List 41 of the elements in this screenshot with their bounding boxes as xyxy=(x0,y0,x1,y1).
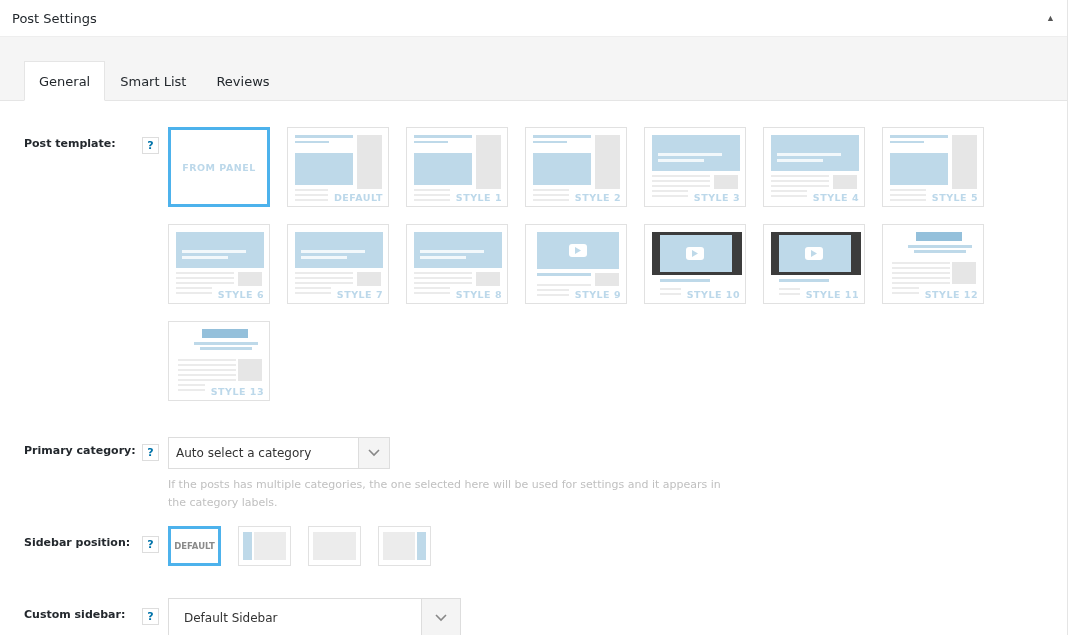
help-icon[interactable]: ? xyxy=(142,137,159,154)
tab[interactable]: Smart List xyxy=(105,61,202,101)
sidebar-option[interactable] xyxy=(308,526,361,566)
sidebar-option[interactable] xyxy=(238,526,291,566)
help-icon[interactable]: ? xyxy=(142,536,159,553)
field-hint: If the posts has multiple categories, the one selected here will be used for settings and it appears in the category labels. xyxy=(168,477,722,511)
template-option[interactable]: STYLE 1 xyxy=(406,127,508,207)
sidebar-option[interactable] xyxy=(378,526,431,566)
template-option[interactable]: STYLE 8 xyxy=(406,224,508,304)
sidebar-option-label: DEFAULT xyxy=(174,541,215,551)
layout-icon xyxy=(242,531,287,561)
help-icon[interactable]: ? xyxy=(142,608,159,625)
template-option[interactable]: STYLE 13 xyxy=(168,321,270,401)
template-option[interactable]: DEFAULT xyxy=(287,127,389,207)
template-option[interactable]: STYLE 6 xyxy=(168,224,270,304)
layout-icon xyxy=(382,531,427,561)
collapse-button[interactable]: ▲ xyxy=(1046,13,1055,23)
category-select[interactable]: Auto select a category xyxy=(168,437,390,469)
template-option[interactable]: STYLE 12 xyxy=(882,224,984,304)
template-option[interactable]: STYLE 9 xyxy=(525,224,627,304)
chevron-down-icon xyxy=(435,614,447,622)
template-label: FROM PANEL xyxy=(182,161,256,173)
template-option[interactable]: STYLE 4 xyxy=(763,127,865,207)
chevron-down-icon xyxy=(368,449,380,457)
field-label: Primary category: xyxy=(24,443,137,457)
tab[interactable]: Reviews xyxy=(201,61,285,101)
field-label: Custom sidebar: xyxy=(24,607,127,621)
sidebar-select[interactable]: Default Sidebar xyxy=(168,598,461,635)
field-label: Post template: xyxy=(24,136,117,150)
sidebar-option[interactable]: DEFAULT xyxy=(168,526,221,566)
tab[interactable]: General xyxy=(24,61,106,101)
panel-title: Post Settings xyxy=(12,10,97,26)
template-option[interactable]: STYLE 3 xyxy=(644,127,746,207)
template-option[interactable]: STYLE 11 xyxy=(763,224,865,304)
template-option[interactable]: STYLE 2 xyxy=(525,127,627,207)
field-label: Sidebar position: xyxy=(24,535,132,549)
help-icon[interactable]: ? xyxy=(142,444,159,461)
template-option[interactable]: FROM PANEL xyxy=(168,127,270,207)
template-option[interactable]: STYLE 5 xyxy=(882,127,984,207)
template-option[interactable]: STYLE 7 xyxy=(287,224,389,304)
template-option[interactable]: STYLE 10 xyxy=(644,224,746,304)
